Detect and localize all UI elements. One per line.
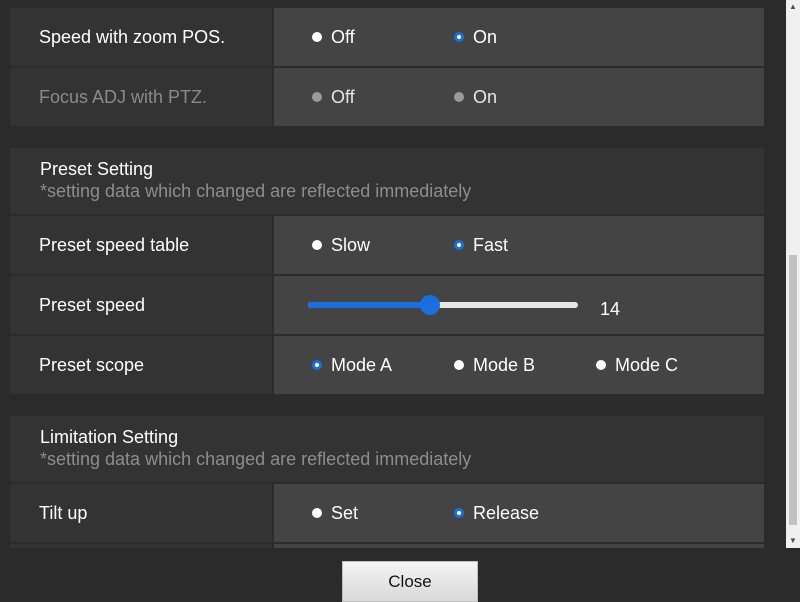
radio-label: Off — [331, 86, 355, 107]
dialog-footer: Close — [0, 548, 800, 602]
preset-scope-label: Preset scope — [10, 336, 272, 394]
radio-label: Fast — [473, 234, 509, 255]
radio-label: Mode B — [473, 354, 536, 375]
radio-label: Mode A — [331, 354, 393, 375]
preset-speed-slow-radio[interactable]: Slow — [312, 216, 370, 274]
preset-speed-slider[interactable] — [308, 302, 578, 308]
radio-unselected-icon — [312, 240, 322, 250]
radio-selected-icon — [312, 360, 322, 370]
preset-scope-options: Mode A Mode B Mode C — [274, 336, 764, 394]
radio-label: Slow — [331, 234, 371, 255]
tilt-up-release-radio[interactable]: Release — [454, 484, 539, 542]
focus-adj-off-radio[interactable]: Off — [312, 68, 355, 126]
settings-scroll-area[interactable]: Speed with zoom POS. Off On Focus ADJ wi… — [0, 0, 786, 548]
scrollbar-thumb[interactable] — [789, 255, 797, 525]
section-subtitle: *setting data which changed are reflecte… — [40, 449, 472, 469]
section-subtitle: *setting data which changed are reflecte… — [40, 181, 472, 201]
speed-with-zoom-off-radio[interactable]: Off — [312, 8, 355, 66]
radio-label: On — [473, 26, 498, 47]
speed-with-zoom-row: Speed with zoom POS. Off On — [10, 8, 764, 66]
section-title: Limitation Setting — [40, 427, 179, 447]
slider-fill — [308, 302, 430, 308]
preset-speed-table-row: Preset speed table Slow Fast — [10, 216, 764, 274]
focus-adj-options: Off On — [274, 68, 764, 126]
radio-selected-icon — [454, 32, 464, 42]
tilt-up-set-radio[interactable]: Set — [312, 484, 358, 542]
preset-scope-mode-b-radio[interactable]: Mode B — [454, 336, 535, 394]
radio-unselected-icon — [596, 360, 606, 370]
preset-speed-table-options: Slow Fast — [274, 216, 764, 274]
vertical-scrollbar[interactable]: ▲ ▼ — [786, 0, 800, 548]
radio-unselected-icon — [312, 32, 322, 42]
preset-scope-row: Preset scope Mode A Mode B Mode C — [10, 336, 764, 394]
tilt-up-row: Tilt up Set Release — [10, 484, 764, 542]
radio-selected-icon — [454, 240, 464, 250]
radio-label: Mode C — [615, 354, 679, 375]
speed-with-zoom-options: Off On — [274, 8, 764, 66]
section-title: Preset Setting — [40, 159, 154, 179]
radio-selected-icon — [454, 508, 464, 518]
close-button[interactable]: Close — [342, 561, 478, 602]
preset-speed-value: 14 — [600, 298, 621, 319]
tilt-up-options: Set Release — [274, 484, 764, 542]
radio-unselected-icon — [454, 360, 464, 370]
radio-label: Off — [331, 26, 355, 47]
radio-disabled-icon — [454, 92, 464, 102]
radio-disabled-icon — [312, 92, 322, 102]
focus-adj-row: Focus ADJ with PTZ. Off On — [10, 68, 764, 126]
preset-scope-mode-a-radio[interactable]: Mode A — [312, 336, 392, 394]
preset-speed-fast-radio[interactable]: Fast — [454, 216, 508, 274]
tilt-up-label: Tilt up — [10, 484, 272, 542]
radio-label: Set — [331, 502, 359, 523]
preset-speed-row: Preset speed 14 — [10, 276, 764, 334]
preset-speed-table-label: Preset speed table — [10, 216, 272, 274]
scroll-up-arrow-icon[interactable]: ▲ — [786, 0, 800, 14]
scroll-down-arrow-icon[interactable]: ▼ — [786, 534, 800, 548]
preset-speed-label: Preset speed — [10, 276, 272, 334]
radio-label: Release — [473, 502, 540, 523]
preset-speed-control: 14 — [274, 276, 764, 334]
focus-adj-label: Focus ADJ with PTZ. — [10, 68, 272, 126]
slider-thumb[interactable] — [419, 295, 440, 315]
radio-label: On — [473, 86, 498, 107]
preset-setting-section: Preset Setting *setting data which chang… — [10, 148, 764, 214]
preset-scope-mode-c-radio[interactable]: Mode C — [596, 336, 678, 394]
speed-with-zoom-on-radio[interactable]: On — [454, 8, 497, 66]
focus-adj-on-radio[interactable]: On — [454, 68, 497, 126]
radio-unselected-icon — [312, 508, 322, 518]
limitation-setting-section: Limitation Setting *setting data which c… — [10, 416, 764, 482]
speed-with-zoom-label: Speed with zoom POS. — [10, 8, 272, 66]
